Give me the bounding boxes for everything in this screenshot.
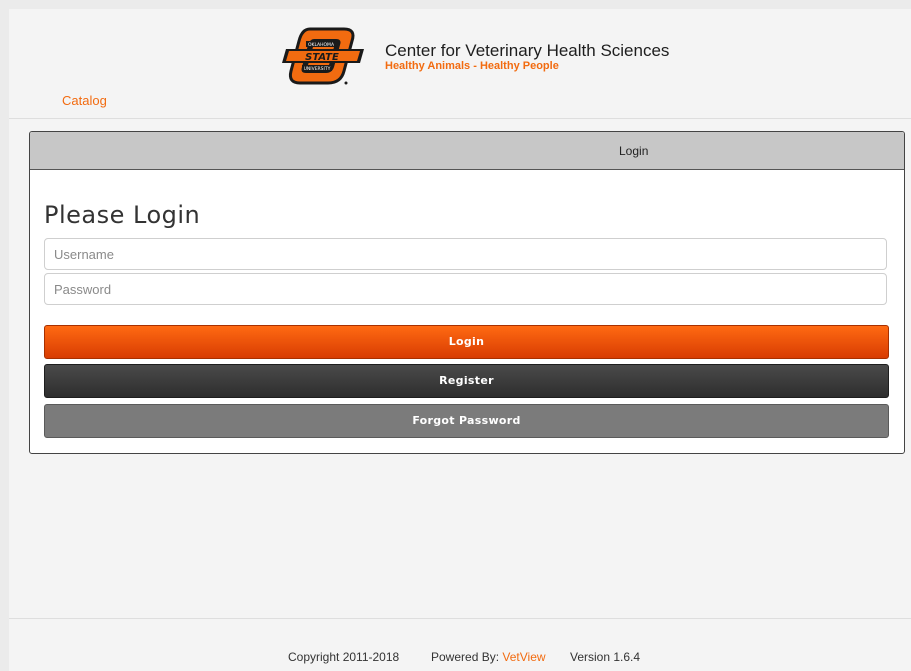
username-input[interactable] bbox=[44, 238, 887, 270]
site-footer: Copyright 2011-2018 Powered By: VetView … bbox=[9, 619, 911, 671]
logo-university-text: UNIVERSITY bbox=[304, 66, 331, 72]
forgot-password-button[interactable]: Forgot Password bbox=[44, 404, 889, 438]
header-divider bbox=[9, 118, 911, 119]
logo-state-text: STATE bbox=[305, 52, 339, 63]
login-panel-header: Login bbox=[30, 132, 904, 170]
site-tagline: Healthy Animals - Healthy People bbox=[385, 60, 559, 72]
osu-logo-icon: STATE OKLAHOMA UNIVERSITY bbox=[280, 25, 368, 89]
copyright-text: Copyright 2011-2018 bbox=[288, 650, 400, 664]
page: STATE OKLAHOMA UNIVERSITY Center for Vet… bbox=[9, 9, 911, 671]
site-header: STATE OKLAHOMA UNIVERSITY Center for Vet… bbox=[9, 9, 911, 119]
osu-logo-graphic: STATE OKLAHOMA UNIVERSITY bbox=[282, 27, 364, 85]
site-title: Center for Veterinary Health Sciences bbox=[385, 41, 670, 60]
please-login-heading: Please Login bbox=[44, 201, 201, 229]
powered-by-label: Powered By: bbox=[431, 650, 500, 664]
register-button[interactable]: Register bbox=[44, 364, 889, 398]
logo-oklahoma-text: OKLAHOMA bbox=[308, 42, 335, 48]
login-panel: Login Please Login Login Register Forgot… bbox=[29, 131, 905, 454]
powered-by: Powered By: VetView bbox=[431, 650, 546, 664]
top-strip bbox=[0, 0, 911, 9]
login-panel-title: Login bbox=[619, 144, 649, 158]
password-input[interactable] bbox=[44, 273, 887, 305]
nav-catalog-link[interactable]: Catalog bbox=[62, 93, 107, 108]
version-text: Version 1.6.4 bbox=[570, 650, 641, 664]
vetview-link[interactable]: VetView bbox=[502, 650, 545, 664]
login-button[interactable]: Login bbox=[44, 325, 889, 359]
